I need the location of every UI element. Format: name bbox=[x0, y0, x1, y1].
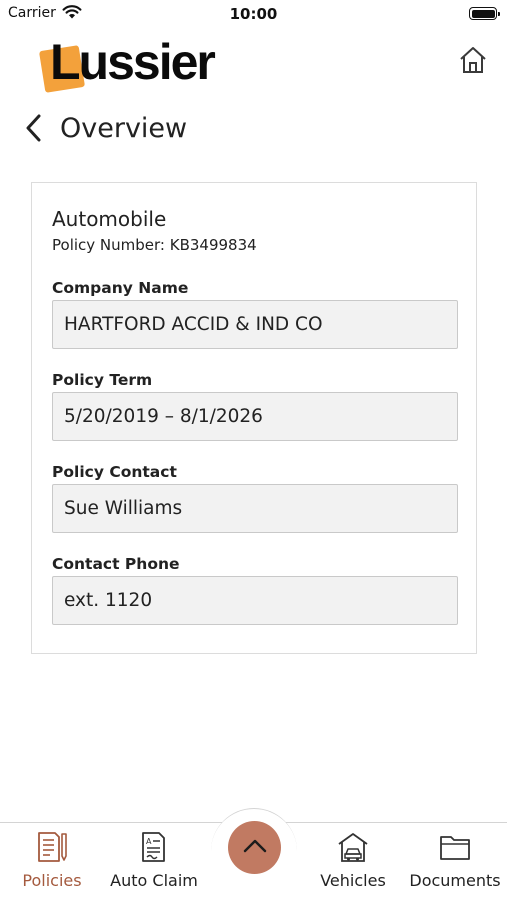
tab-documents[interactable]: Documents bbox=[405, 823, 505, 900]
page-title: Overview bbox=[60, 112, 188, 144]
contact-phone-label: Contact Phone bbox=[52, 555, 180, 573]
policy-term-label: Policy Term bbox=[52, 371, 153, 389]
tab-documents-label: Documents bbox=[409, 871, 501, 890]
tab-vehicles[interactable]: Vehicles bbox=[303, 823, 403, 900]
expand-menu-button[interactable] bbox=[228, 821, 281, 874]
folder-icon bbox=[438, 829, 472, 865]
battery-icon bbox=[469, 7, 500, 20]
policy-contact-field: Sue Williams bbox=[52, 484, 458, 533]
svg-text:A: A bbox=[146, 837, 152, 846]
company-name-field: HARTFORD ACCID & IND CO bbox=[52, 300, 458, 349]
garage-car-icon bbox=[336, 829, 370, 865]
policy-card: Automobile Policy Number: KB3499834 Comp… bbox=[31, 182, 477, 654]
tab-policies[interactable]: Policies bbox=[2, 823, 102, 900]
tab-policies-label: Policies bbox=[22, 871, 82, 890]
claim-form-icon: A bbox=[137, 829, 171, 865]
logo-text: Lussier bbox=[50, 34, 216, 90]
home-button[interactable] bbox=[455, 44, 491, 80]
chevron-left-icon bbox=[24, 113, 46, 143]
policy-number: Policy Number: KB3499834 bbox=[52, 236, 257, 254]
home-icon bbox=[458, 45, 488, 79]
contact-phone-field: ext. 1120 bbox=[52, 576, 458, 625]
tab-vehicles-label: Vehicles bbox=[320, 871, 386, 890]
back-button[interactable]: Overview bbox=[24, 108, 187, 148]
chevron-up-icon bbox=[242, 838, 268, 858]
tab-auto-claim-label: Auto Claim bbox=[110, 871, 198, 890]
status-time: 10:00 bbox=[229, 5, 278, 23]
policy-document-icon bbox=[35, 829, 69, 865]
policy-term-field: 5/20/2019 – 8/1/2026 bbox=[52, 392, 458, 441]
company-name-label: Company Name bbox=[52, 279, 189, 297]
tab-auto-claim[interactable]: A Auto Claim bbox=[104, 823, 204, 900]
company-logo: Lussier bbox=[38, 34, 238, 94]
policy-contact-label: Policy Contact bbox=[52, 463, 177, 481]
policy-type: Automobile bbox=[52, 207, 167, 231]
status-bar: Carrier 10:00 bbox=[0, 0, 507, 28]
